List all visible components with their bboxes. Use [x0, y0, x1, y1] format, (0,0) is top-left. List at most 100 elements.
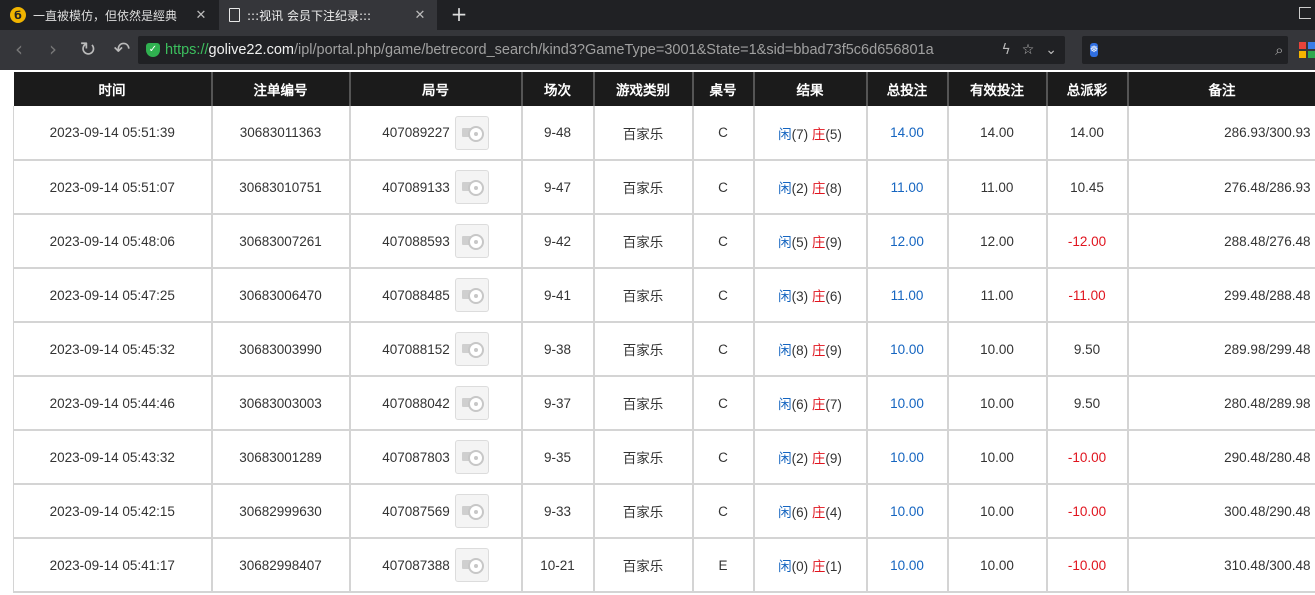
round-no-text: 407087803: [382, 449, 450, 465]
player-label: 闲: [778, 397, 792, 412]
cell-bet-no: 30683010751: [211, 160, 351, 215]
close-icon[interactable]: ✕: [413, 8, 427, 23]
cell-remark: 300.48/290.48: [1127, 484, 1315, 539]
cell-time: 2023-09-14 05:48:06: [13, 214, 213, 269]
banker-label: 庄: [811, 559, 826, 574]
back-arrow-icon[interactable]: ‹: [7, 38, 31, 62]
document-icon: [229, 8, 240, 22]
window-restore-icon[interactable]: [1299, 7, 1311, 19]
video-replay-icon[interactable]: [454, 332, 489, 366]
cell-table-no: C: [692, 160, 755, 215]
cell-result: 闲(0) 庄(1): [753, 538, 868, 593]
cell-valid-bet: 14.00: [947, 106, 1048, 161]
cell-table-no: C: [692, 268, 755, 323]
apps-grid-icon[interactable]: [1299, 42, 1315, 58]
video-replay-icon[interactable]: [454, 494, 489, 528]
reload-icon[interactable]: ↻: [76, 38, 100, 62]
banker-score: (9): [825, 343, 842, 358]
search-box[interactable]: ☸ ⌕: [1082, 36, 1288, 64]
cell-game-type: 百家乐: [593, 214, 694, 269]
video-replay-icon[interactable]: [454, 170, 489, 204]
cell-bet-no: 30683007261: [211, 214, 351, 269]
tab-2[interactable]: :::视讯 会员下注纪录::: ✕: [219, 0, 437, 30]
browser-tab-strip: б 一直被模仿，但依然是經典 ✕ :::视讯 会员下注纪录::: ✕ +: [0, 0, 1315, 30]
video-replay-icon[interactable]: [454, 224, 489, 258]
lightning-icon[interactable]: ϟ: [1001, 42, 1010, 58]
address-bar[interactable]: ✓ https://golive22.com/ipl/portal.php/ga…: [138, 36, 1065, 64]
tab-1[interactable]: б 一直被模仿，但依然是經典 ✕: [0, 0, 218, 30]
header-remark: 备注: [1127, 72, 1315, 106]
cell-bet-no: 30683003003: [211, 376, 351, 431]
cell-round-no: 407088485: [349, 268, 523, 323]
cell-session: 9-38: [521, 322, 595, 377]
table-row: 2023-09-14 05:43:32 30683001289 40708780…: [13, 430, 1315, 485]
cell-session: 10-21: [521, 538, 595, 593]
browser-toolbar: ‹ › ↻ ↶ ✓ https://golive22.com/ipl/porta…: [0, 30, 1315, 70]
round-no-text: 407088152: [382, 341, 450, 357]
url-text[interactable]: https://golive22.com/ipl/portal.php/game…: [165, 42, 993, 58]
tab-2-title: :::视讯 会员下注纪录:::: [247, 8, 372, 23]
banker-label: 庄: [811, 126, 826, 142]
chevron-down-icon[interactable]: ⌄: [1045, 42, 1057, 58]
cell-table-no: C: [692, 430, 755, 485]
url-scheme: https://: [165, 42, 209, 58]
cell-round-no: 407089133: [349, 160, 523, 215]
banker-score: (1): [825, 559, 842, 574]
cell-remark: 289.98/299.48: [1127, 322, 1315, 377]
header-result: 结果: [753, 72, 868, 106]
new-tab-button[interactable]: +: [448, 3, 470, 25]
video-replay-icon[interactable]: [454, 548, 489, 582]
search-input[interactable]: [1104, 42, 1276, 58]
cell-bet-no: 30683003990: [211, 322, 351, 377]
cell-game-type: 百家乐: [593, 430, 694, 485]
round-no-text: 407088042: [382, 395, 450, 411]
undo-icon[interactable]: ↶: [110, 38, 134, 62]
cell-result: 闲(2) 庄(9): [753, 430, 868, 485]
banker-label: 庄: [811, 289, 826, 304]
cell-total-bet: 10.00: [866, 538, 949, 593]
cell-table-no: C: [692, 214, 755, 269]
close-icon[interactable]: ✕: [194, 8, 208, 23]
cell-payout: -10.00: [1046, 484, 1129, 539]
cell-round-no: 407089227: [349, 106, 523, 161]
bet-record-table: 时间 注单编号 局号 场次 游戏类别 桌号 结果 总投注 有效投注 总派彩 备注…: [13, 72, 1315, 593]
player-score: (5): [791, 235, 809, 250]
cell-valid-bet: 10.00: [947, 484, 1048, 539]
player-score: (6): [791, 505, 809, 520]
cell-result: 闲(6) 庄(7): [753, 376, 868, 431]
table-row: 2023-09-14 05:44:46 30683003003 40708804…: [13, 376, 1315, 431]
video-replay-icon[interactable]: [454, 440, 489, 474]
player-label: 闲: [778, 451, 792, 466]
cell-time: 2023-09-14 05:47:25: [13, 268, 213, 323]
video-replay-icon[interactable]: [454, 278, 489, 312]
star-icon[interactable]: ☆: [1022, 42, 1035, 58]
table-row: 2023-09-14 05:47:25 30683006470 40708848…: [13, 268, 1315, 323]
player-score: (2): [791, 181, 809, 196]
cell-time: 2023-09-14 05:51:07: [13, 160, 213, 215]
cell-payout: -10.00: [1046, 538, 1129, 593]
cell-payout: -11.00: [1046, 268, 1129, 323]
cell-total-bet: 10.00: [866, 484, 949, 539]
table-header-row: 时间 注单编号 局号 场次 游戏类别 桌号 结果 总投注 有效投注 总派彩 备注: [13, 72, 1315, 106]
player-score: (2): [791, 451, 809, 466]
forward-arrow-icon[interactable]: ›: [41, 38, 65, 62]
cell-valid-bet: 11.00: [947, 268, 1048, 323]
cell-session: 9-35: [521, 430, 595, 485]
cell-total-bet: 10.00: [866, 322, 949, 377]
cell-table-no: C: [692, 484, 755, 539]
player-label: 闲: [778, 343, 792, 358]
cell-remark: 286.93/300.93: [1127, 106, 1315, 161]
cell-game-type: 百家乐: [593, 376, 694, 431]
cell-session: 9-47: [521, 160, 595, 215]
player-label: 闲: [778, 181, 792, 196]
cell-bet-no: 30683001289: [211, 430, 351, 485]
tab-1-title: 一直被模仿，但依然是經典: [33, 8, 178, 23]
banker-score: (9): [825, 235, 842, 250]
search-icon[interactable]: ⌕: [1275, 41, 1283, 59]
video-replay-icon[interactable]: [454, 386, 489, 420]
round-no-text: 407088593: [382, 233, 450, 249]
header-payout: 总派彩: [1046, 72, 1129, 106]
video-replay-icon[interactable]: [454, 115, 489, 150]
cell-result: 闲(8) 庄(9): [753, 322, 868, 377]
cell-result: 闲(6) 庄(4): [753, 484, 868, 539]
